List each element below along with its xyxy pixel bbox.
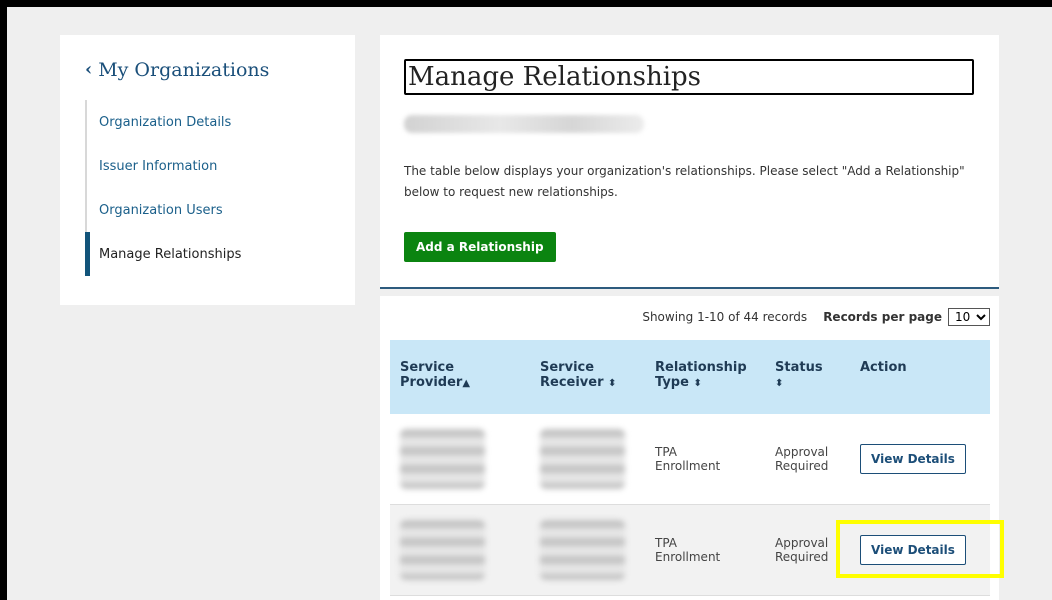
redacted-text	[540, 520, 625, 580]
back-to-my-organizations-link[interactable]: ‹ My Organizations	[85, 59, 269, 81]
column-header-relationship-type[interactable]: Relationship Type ⬍	[645, 340, 765, 414]
action-cell: View Details	[850, 504, 990, 596]
status-text: Approval	[775, 536, 829, 550]
relationship-type-text: Enrollment	[655, 459, 721, 473]
redacted-text	[400, 520, 485, 580]
status-cell: Approval Required	[765, 504, 850, 596]
records-per-page-select[interactable]: 10	[948, 308, 990, 326]
column-header-label: Status	[775, 360, 823, 375]
sort-ascending-icon: ▲	[462, 378, 471, 389]
sort-icon: ⬍	[775, 378, 784, 389]
sort-icon: ⬍	[693, 378, 702, 389]
back-link-label: My Organizations	[98, 59, 270, 81]
window-frame-top	[0, 0, 1052, 7]
view-details-button[interactable]: View Details	[860, 444, 966, 474]
relationships-table-card: Showing 1-10 of 44 records Records per p…	[380, 296, 999, 600]
service-receiver-cell	[530, 504, 645, 596]
redacted-text	[540, 429, 625, 489]
page-title: Manage Relationships	[404, 59, 974, 95]
column-header-service-receiver[interactable]: Service Receiver ⬍	[530, 340, 645, 414]
column-header-status[interactable]: Status ⬍	[765, 340, 850, 414]
records-count: Showing 1-10 of 44 records	[642, 310, 808, 324]
status-cell: Approval Required	[765, 414, 850, 505]
intro-text: The table below displays your organizati…	[404, 164, 965, 199]
status-text: Required	[775, 550, 829, 564]
status-text: Approval	[775, 445, 829, 459]
sidebar-item-issuer-information[interactable]: Issuer Information	[85, 144, 335, 188]
organization-name-redacted	[404, 115, 644, 133]
sidebar-item-manage-relationships[interactable]: Manage Relationships	[85, 232, 335, 276]
sidebar-item-organization-details[interactable]: Organization Details	[85, 100, 335, 144]
column-header-label: Provider	[400, 375, 463, 390]
view-details-button[interactable]: View Details	[860, 535, 966, 565]
column-header-service-provider[interactable]: Service Provider▲	[390, 340, 530, 414]
column-header-label: Service	[400, 360, 455, 375]
relationship-type-cell: TPA Enrollment	[645, 504, 765, 596]
service-receiver-cell	[530, 414, 645, 505]
column-header-label: Type	[655, 375, 689, 390]
service-provider-cell	[390, 414, 530, 505]
column-header-label: Relationship	[655, 360, 747, 375]
chevron-left-icon: ‹	[85, 59, 93, 80]
service-provider-cell	[390, 504, 530, 596]
main-header-card: Manage Relationships The table below dis…	[380, 35, 999, 289]
status-text: Required	[775, 459, 829, 473]
column-header-label: Service	[540, 360, 595, 375]
relationship-type-text: TPA	[655, 536, 678, 550]
table-header-row: Service Provider▲ Service Receiver ⬍ Rel…	[390, 340, 990, 414]
relationships-table: Service Provider▲ Service Receiver ⬍ Rel…	[390, 340, 990, 596]
column-header-action: Action	[850, 340, 990, 414]
sidebar: ‹ My Organizations Organization Details …	[60, 35, 355, 305]
redacted-text	[400, 429, 485, 489]
add-relationship-button[interactable]: Add a Relationship	[404, 232, 556, 262]
window-frame-left	[0, 0, 7, 600]
sidebar-item-organization-users[interactable]: Organization Users	[85, 188, 335, 232]
sidebar-nav: Organization Details Issuer Information …	[85, 100, 335, 276]
relationship-type-cell: TPA Enrollment	[645, 414, 765, 505]
records-per-page-label: Records per page	[823, 310, 942, 324]
records-bar: Showing 1-10 of 44 records Records per p…	[642, 308, 990, 326]
table-row: TPA Enrollment Approval Required View De…	[390, 414, 990, 505]
action-cell: View Details	[850, 414, 990, 505]
relationship-type-text: TPA	[655, 445, 678, 459]
column-header-label: Action	[860, 360, 907, 375]
table-row: TPA Enrollment Approval Required View De…	[390, 504, 990, 596]
relationship-type-text: Enrollment	[655, 550, 721, 564]
column-header-label: Receiver	[540, 375, 604, 390]
sort-icon: ⬍	[608, 378, 617, 389]
